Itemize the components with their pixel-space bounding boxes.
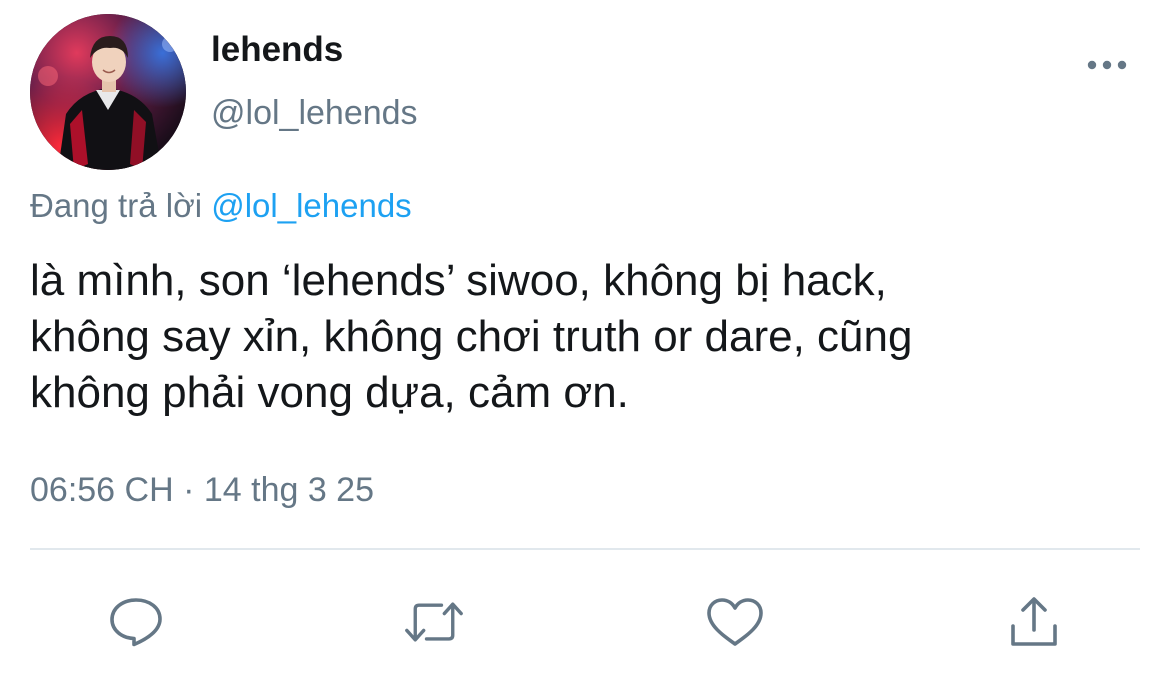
heart-icon — [707, 598, 763, 646]
display-name[interactable]: lehends — [211, 30, 343, 70]
username-handle[interactable]: @lol_lehends — [211, 93, 418, 133]
reply-context: Đang trả lời @lol_lehends — [30, 186, 412, 226]
ellipsis-icon — [1087, 60, 1127, 70]
like-button[interactable] — [705, 594, 765, 650]
speech-bubble-icon — [110, 598, 162, 647]
divider — [30, 548, 1140, 550]
reply-button[interactable] — [106, 594, 166, 650]
share-upload-icon — [1011, 597, 1057, 646]
more-options-button[interactable] — [1082, 48, 1132, 82]
reply-mention-link[interactable]: @lol_lehends — [211, 187, 411, 224]
tweet-detail: lehends @lol_lehends Đang trả lời @lol_l… — [0, 0, 1170, 675]
avatar[interactable] — [30, 14, 186, 170]
retweet-button[interactable] — [404, 594, 464, 650]
tweet-text: là mình, son ‘lehends’ siwoo, không bị h… — [30, 256, 913, 417]
reply-prefix: Đang trả lời — [30, 187, 212, 224]
profile-photo — [30, 14, 186, 170]
share-button[interactable] — [1004, 594, 1064, 650]
retweet-arrows-icon — [405, 602, 463, 642]
tweet-timestamp[interactable]: 06:56 CH · 14 thg 3 25 — [30, 470, 374, 510]
